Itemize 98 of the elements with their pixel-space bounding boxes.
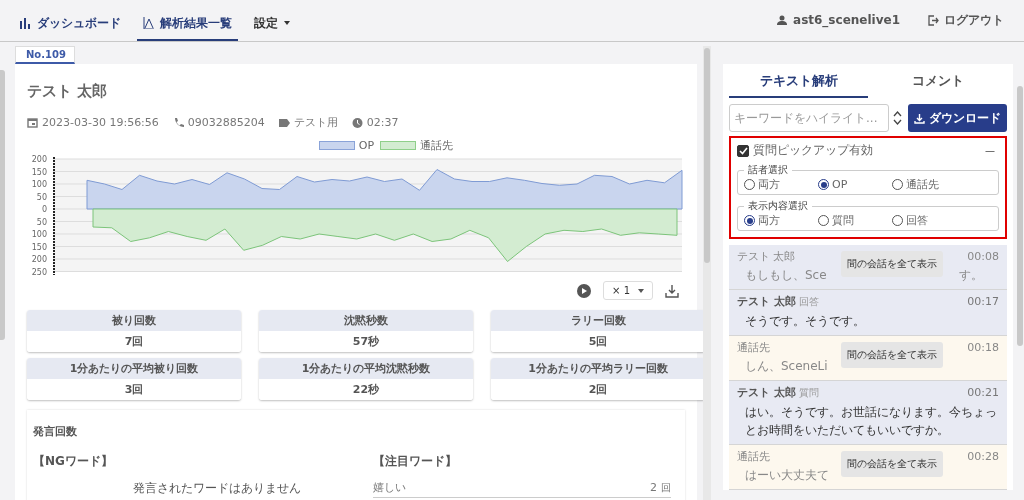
speaker-name: テスト 太郎 [737, 294, 796, 309]
radio-option[interactable]: 回答 [892, 213, 952, 228]
legend-label: OP [358, 139, 375, 152]
chevron-down-icon[interactable] [893, 119, 902, 125]
show-conversation-button[interactable]: 間の会話を全て表示 [841, 251, 943, 277]
download-icon [914, 112, 925, 124]
stat-value: 7回 [27, 331, 241, 352]
message-text: はーい大丈夫て [745, 467, 829, 484]
chevron-up-icon[interactable] [893, 111, 902, 117]
column-title: 【NGワード】 [33, 453, 114, 470]
timestamp: 00:21 [967, 386, 999, 399]
panel-tab[interactable]: コメント [868, 64, 1007, 98]
play-button[interactable] [577, 283, 592, 298]
timestamp: 00:28 [967, 450, 999, 463]
bar-chart-icon [20, 17, 32, 29]
message-text: す。 [959, 267, 983, 284]
radio-option[interactable]: 両方 [744, 177, 804, 192]
scrollbar[interactable] [0, 70, 5, 340]
meta-text: 02:37 [366, 116, 399, 129]
message-tag: 回答 [798, 295, 819, 309]
axis-label: 150 [31, 242, 47, 252]
scrollbar-thumb[interactable] [1017, 86, 1023, 346]
tag-icon [278, 116, 290, 129]
axis-label: 100 [31, 230, 47, 239]
stat-value: 57秒 [259, 331, 473, 352]
legend-label: 通話先 [420, 138, 454, 153]
download-button[interactable]: ダウンロード [908, 104, 1007, 132]
speaker-name: テスト 太郎 [737, 249, 796, 264]
calendar-icon [27, 116, 38, 129]
axis-label: 100 [31, 180, 47, 189]
stat-label: 1分あたりの平均被り回数 [27, 358, 241, 379]
record-tab[interactable]: No.109 [15, 46, 75, 64]
user-name: ast6_scenelive1 [793, 13, 900, 27]
speed-select[interactable]: × 1 [603, 281, 653, 300]
clock-icon [351, 116, 363, 129]
nav-tab[interactable]: 設定 [248, 13, 297, 41]
axis-label: 250 [31, 267, 47, 277]
axis-label: 0 [41, 205, 47, 214]
nav-tab[interactable]: 解析結果一覧 [137, 13, 238, 41]
phone-icon [172, 116, 184, 129]
speaker-name: 通話先 [737, 340, 770, 355]
radio-option[interactable]: 通話先 [892, 177, 952, 192]
message-text: もしもし、Sce [745, 267, 827, 284]
stat-value: 22秒 [259, 379, 473, 400]
panel-tab[interactable]: テキスト解析 [729, 64, 868, 98]
stat-value: 5回 [491, 331, 705, 352]
message-tag: 質問 [798, 386, 819, 400]
show-conversation-button[interactable]: 間の会話を全て表示 [841, 451, 943, 477]
logout-link[interactable]: ログアウト [922, 0, 1010, 40]
stat-label: 被り回数 [27, 310, 241, 331]
caret-icon [638, 288, 644, 293]
stat-value: 2回 [491, 379, 705, 400]
check-icon [738, 146, 748, 155]
stat-label: 1分あたりの平均ラリー回数 [491, 358, 705, 379]
meta-text: テスト用 [293, 115, 338, 130]
line-chart-icon [143, 17, 155, 29]
timestamp: 00:08 [967, 250, 999, 263]
stat-label: 1分あたりの平均沈黙秒数 [259, 358, 473, 379]
word-unit: 回 [661, 481, 671, 495]
show-conversation-button[interactable]: 間の会話を全て表示 [841, 342, 943, 368]
checkbox[interactable] [737, 144, 749, 157]
timestamp: 00:18 [967, 341, 999, 354]
speaker-name: テスト 太郎 [737, 385, 796, 400]
checkbox-label: 質問ピックアップ有効 [753, 142, 873, 159]
message-text: はい。そうです。お世話になります。今ちょっとお時間をいただいてもいいですか。 [745, 404, 998, 439]
nav-tab[interactable]: ダッシュボード [14, 13, 127, 41]
message-text: そうです。そうです。 [745, 313, 866, 330]
scrollbar-thumb[interactable] [704, 48, 710, 263]
section-title: 発言回数 [33, 424, 78, 439]
radio-option[interactable]: 質問 [818, 213, 878, 228]
stat-value: 3回 [27, 379, 241, 400]
radio-option[interactable]: OP [818, 177, 878, 192]
logout-icon [928, 14, 939, 26]
search-field[interactable]: キーワードをハイライト... [729, 104, 889, 132]
collapse-button[interactable]: — [981, 145, 999, 156]
speaker-name: 通話先 [737, 449, 770, 464]
caller-name: テスト 太郎 [27, 82, 109, 101]
axis-label: 150 [31, 167, 47, 177]
column-title: 【注目ワード】 [373, 453, 458, 470]
stat-label: ラリー回数 [491, 310, 705, 331]
user-icon [777, 15, 788, 25]
axis-label: 200 [31, 155, 47, 164]
axis-label: 50 [36, 217, 47, 227]
stat-label: 沈黙秒数 [259, 310, 473, 331]
caret-icon [283, 20, 291, 26]
word-text: 嬉しい [373, 480, 406, 495]
radio-option[interactable]: 両方 [744, 213, 804, 228]
meta-text: 2023-03-30 19:56:56 [42, 116, 159, 129]
empty-message: 発言されたワードはありません [132, 480, 302, 497]
timestamp: 00:17 [967, 295, 999, 308]
meta-text: 09032885204 [187, 116, 265, 129]
group-label: 表示内容選択 [747, 199, 809, 213]
axis-label: 200 [31, 255, 47, 264]
group-label: 話者選択 [747, 163, 789, 177]
download-icon[interactable] [665, 283, 679, 298]
word-count: 2 [650, 481, 657, 494]
axis-label: 50 [36, 192, 47, 202]
message-text: しん、SceneLi [745, 358, 828, 375]
